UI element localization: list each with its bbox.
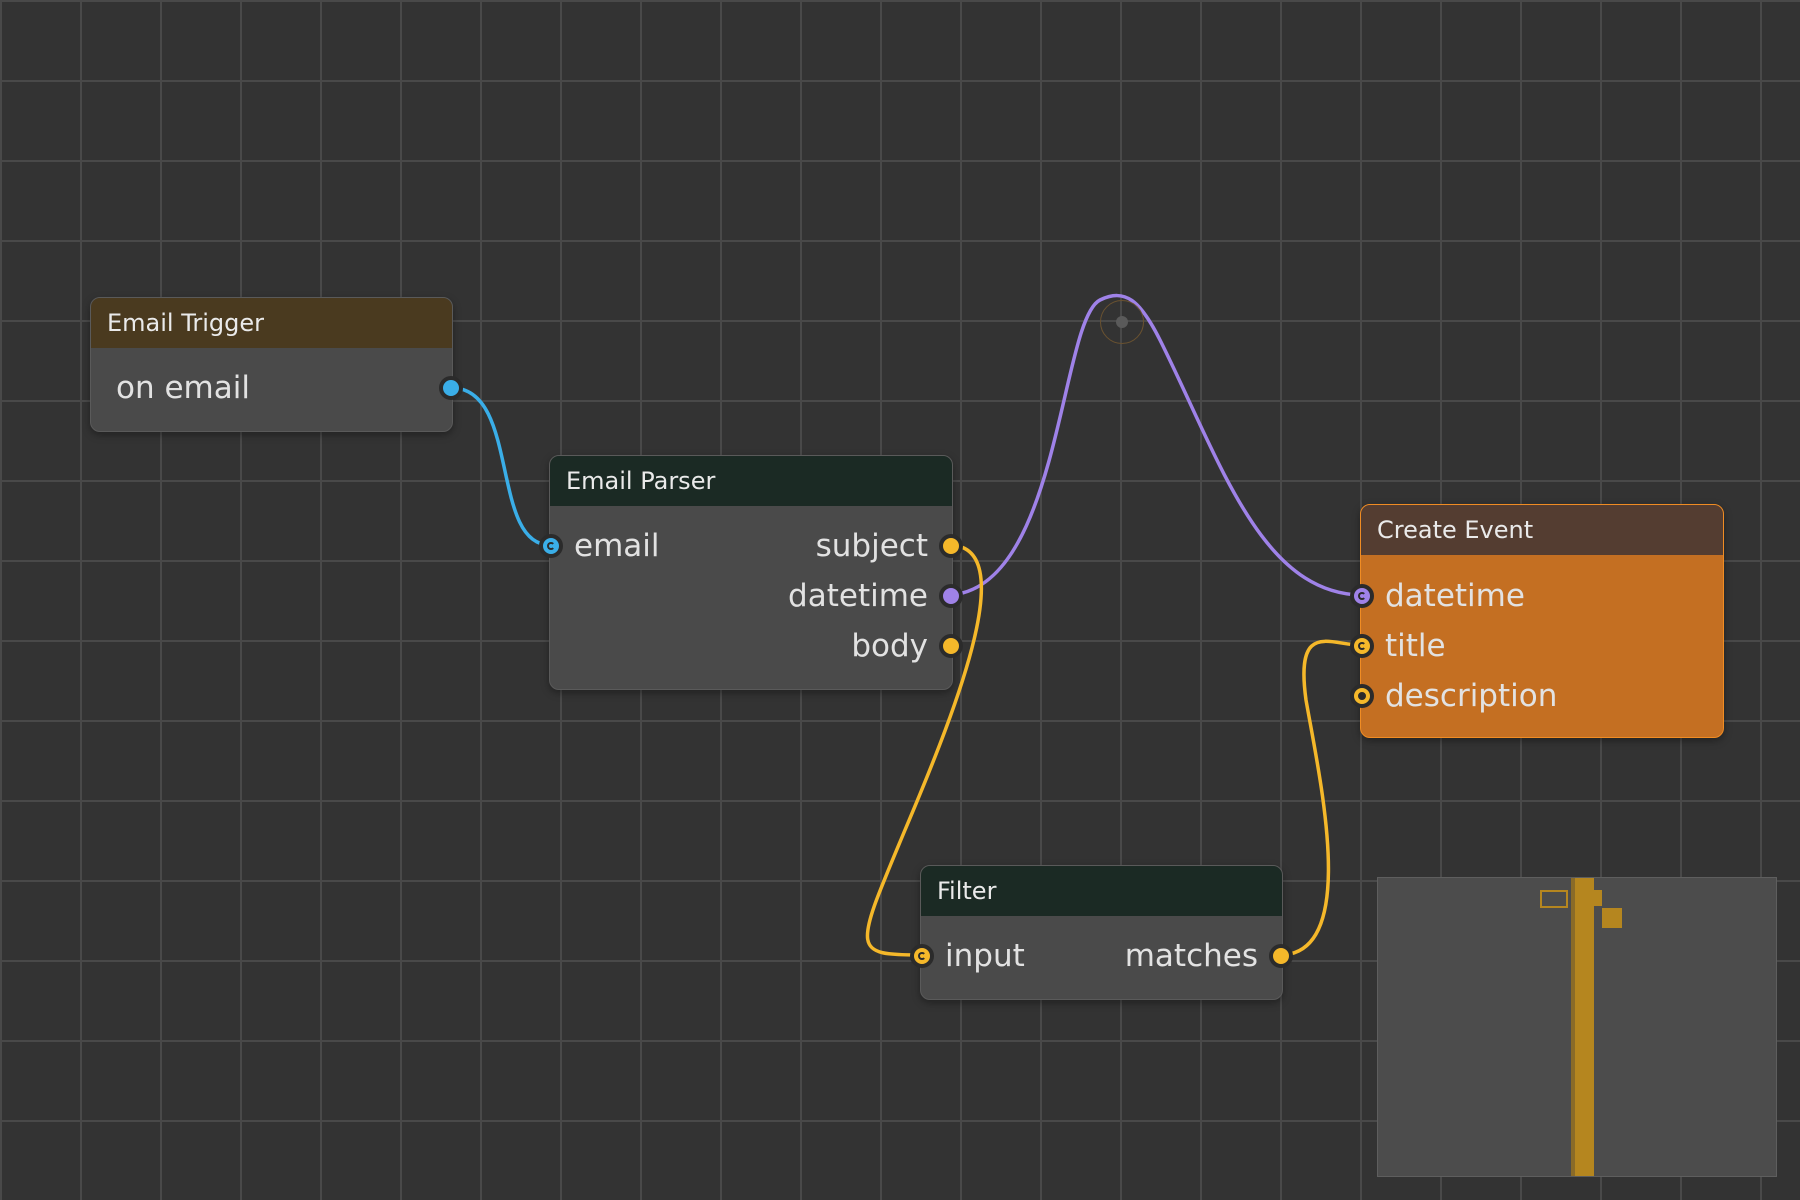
wire-matches-to-title[interactable] xyxy=(1279,639,1361,957)
node-header[interactable]: Email Parser xyxy=(550,456,952,506)
output-port-body[interactable] xyxy=(939,634,963,658)
minimap[interactable] xyxy=(1377,877,1777,1177)
output-port-on-email[interactable] xyxy=(439,376,463,400)
node-create-event[interactable]: Create Event datetime title description xyxy=(1350,504,1724,738)
minimap-column xyxy=(1574,878,1594,1176)
output-port-datetime[interactable] xyxy=(939,584,963,608)
port-label: datetime xyxy=(788,578,928,614)
wire-datetime-to-create-event[interactable] xyxy=(948,293,1361,597)
node-header[interactable]: Email Trigger xyxy=(91,298,452,348)
minimap-node-outline xyxy=(1540,890,1568,908)
input-port-email[interactable] xyxy=(539,534,563,558)
port-row-input-matches: input matches xyxy=(921,936,1282,976)
input-port-input[interactable] xyxy=(910,944,934,968)
port-row-description: description xyxy=(1361,676,1723,716)
minimap-column-line xyxy=(1571,878,1575,1176)
port-row-email: email subject xyxy=(550,526,952,566)
port-label: datetime xyxy=(1385,578,1525,614)
port-label: email xyxy=(574,528,660,564)
port-label: body xyxy=(851,628,928,664)
node-email-parser[interactable]: Email Parser email subject datetime body xyxy=(539,455,963,690)
node-header[interactable]: Create Event xyxy=(1361,505,1723,555)
port-label: on email xyxy=(116,370,250,406)
output-port-subject[interactable] xyxy=(939,534,963,558)
port-row-datetime: datetime xyxy=(1361,576,1723,616)
input-port-title[interactable] xyxy=(1350,634,1374,658)
node-title: Email Parser xyxy=(566,467,716,495)
port-label: input xyxy=(945,938,1025,974)
node-email-trigger[interactable]: Email Trigger on email xyxy=(90,297,463,432)
port-row-on-email: on email xyxy=(91,368,452,408)
node-filter[interactable]: Filter input matches xyxy=(910,865,1293,1000)
minimap-block xyxy=(1594,890,1602,906)
node-title: Filter xyxy=(937,877,997,905)
port-label: description xyxy=(1385,678,1558,714)
port-row-title: title xyxy=(1361,626,1723,666)
port-row-datetime: datetime xyxy=(550,576,952,616)
port-row-body: body xyxy=(550,626,952,666)
node-header[interactable]: Filter xyxy=(921,866,1282,916)
input-port-description[interactable] xyxy=(1350,684,1374,708)
minimap-block xyxy=(1602,908,1622,928)
input-port-datetime[interactable] xyxy=(1350,584,1374,608)
node-title: Create Event xyxy=(1377,516,1534,544)
node-title: Email Trigger xyxy=(107,309,264,337)
output-port-matches[interactable] xyxy=(1269,944,1293,968)
port-label: subject xyxy=(815,528,928,564)
port-label: matches xyxy=(1124,938,1258,974)
wire-on-email-to-email[interactable] xyxy=(451,386,551,547)
node-graph-canvas[interactable]: Email Trigger on email Email Parser emai… xyxy=(0,0,1800,1200)
port-label: title xyxy=(1385,628,1446,664)
reroute-dot[interactable] xyxy=(1100,300,1144,344)
